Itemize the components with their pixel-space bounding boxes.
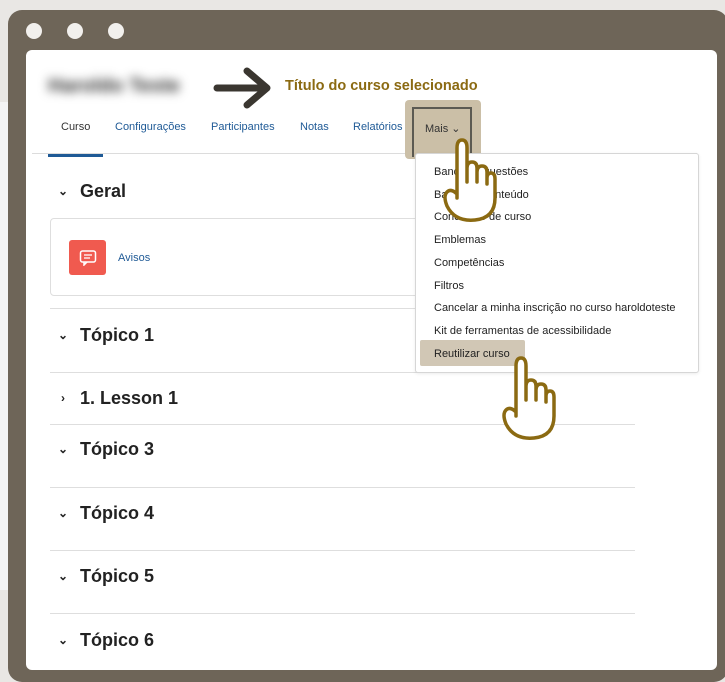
menu-item-cancelar-inscricao[interactable]: Cancelar a minha inscrição no curso haro… xyxy=(434,302,676,314)
activity-card: Avisos xyxy=(50,218,424,296)
section-topico-4[interactable]: ⌄ Tópico 4 xyxy=(56,500,154,526)
menu-item-competencias[interactable]: Competências xyxy=(434,257,504,269)
chevron-down-icon[interactable]: ⌄ xyxy=(56,442,70,456)
activity-link-avisos[interactable]: Avisos xyxy=(118,252,150,264)
section-title: Tópico 1 xyxy=(80,324,155,345)
section-title: Tópico 4 xyxy=(80,502,155,523)
section-lesson-1[interactable]: › 1. Lesson 1 xyxy=(56,385,178,411)
speech-bubble-icon xyxy=(79,249,96,266)
section-title: Tópico 5 xyxy=(80,565,155,586)
forum-icon[interactable] xyxy=(69,240,106,275)
tab-curso[interactable]: Curso xyxy=(47,121,104,157)
chevron-right-icon[interactable]: › xyxy=(56,391,70,405)
window-close-dot[interactable] xyxy=(26,23,42,39)
section-title: 1. Lesson 1 xyxy=(80,387,179,408)
tab-notas[interactable]: Notas xyxy=(300,121,329,153)
arrow-right-icon xyxy=(213,67,271,109)
tab-configuracoes[interactable]: Configurações xyxy=(115,121,186,153)
tab-relatorios[interactable]: Relatórios xyxy=(353,121,403,153)
section-title: Tópico 3 xyxy=(80,438,155,459)
section-topico-1[interactable]: ⌄ Tópico 1 xyxy=(56,322,154,348)
tab-mais[interactable]: Mais ⌄ xyxy=(425,122,461,135)
chevron-down-icon[interactable]: ⌄ xyxy=(56,328,70,342)
section-topico-6[interactable]: ⌄ Tópico 6 xyxy=(56,627,154,653)
section-divider xyxy=(50,487,635,488)
hand-pointer-icon xyxy=(443,138,497,222)
section-topico-3[interactable]: ⌄ Tópico 3 xyxy=(56,436,154,462)
section-divider xyxy=(50,550,635,551)
chevron-down-icon[interactable]: ⌄ xyxy=(56,569,70,583)
section-title: Tópico 6 xyxy=(80,629,155,650)
course-title: Haroldo Teste xyxy=(48,75,180,97)
chevron-down-icon[interactable]: ⌄ xyxy=(56,506,70,520)
chevron-down-icon[interactable]: ⌄ xyxy=(56,633,70,647)
tab-participantes[interactable]: Participantes xyxy=(211,121,275,153)
menu-item-filtros[interactable]: Filtros xyxy=(434,280,464,292)
section-geral[interactable]: ⌄ Geral xyxy=(56,178,126,204)
chevron-down-icon[interactable]: ⌄ xyxy=(56,184,70,198)
annotation-label: Título do curso selecionado xyxy=(285,78,478,94)
window-maximize-dot[interactable] xyxy=(108,23,124,39)
section-title: Geral xyxy=(80,180,127,201)
menu-item-kit-acessibilidade[interactable]: Kit de ferramentas de acessibilidade xyxy=(434,325,611,337)
menu-item-emblemas[interactable]: Emblemas xyxy=(434,234,486,246)
hand-pointer-icon xyxy=(502,356,556,440)
window-controls xyxy=(26,23,124,39)
section-topico-5[interactable]: ⌄ Tópico 5 xyxy=(56,563,154,589)
section-divider xyxy=(50,613,635,614)
course-nav-tabs: Curso Configurações Participantes Notas … xyxy=(47,121,698,157)
window-minimize-dot[interactable] xyxy=(67,23,83,39)
course-page: Haroldo Teste Título do curso selecionad… xyxy=(26,50,717,670)
